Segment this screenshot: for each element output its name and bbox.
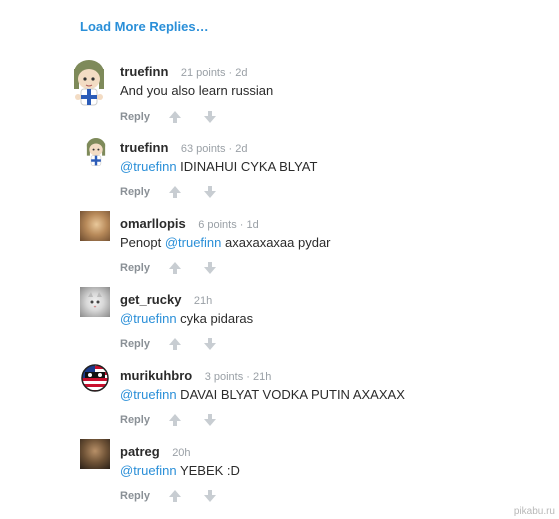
comment-text: @truefinn cyka pidaras xyxy=(120,311,254,326)
upvote-icon[interactable] xyxy=(168,261,182,275)
comment-username[interactable]: murikuhbro xyxy=(120,368,192,383)
comment: omarllopis 6 points · 1d Penopt @truefin… xyxy=(80,211,540,281)
reply-button[interactable]: Reply xyxy=(120,338,150,350)
watermark: pikabu.ru xyxy=(513,506,555,517)
comment-text: @truefinn DAVAI BLYAT VODKA PUTIN AXAXAX xyxy=(120,387,405,402)
comment-username[interactable]: get_rucky xyxy=(120,292,181,307)
downvote-icon[interactable] xyxy=(203,261,217,275)
comment-text: Penopt @truefinn axaxaxaxaa pydar xyxy=(120,235,331,250)
mention-link[interactable]: @truefinn xyxy=(120,387,177,402)
downvote-icon[interactable] xyxy=(203,489,217,503)
downvote-icon[interactable] xyxy=(203,413,217,427)
avatar[interactable] xyxy=(66,57,112,109)
comment: murikuhbro 3 points · 21h @truefinn DAVA… xyxy=(80,363,550,433)
downvote-icon[interactable] xyxy=(203,110,217,124)
reply-button[interactable]: Reply xyxy=(120,490,150,502)
comment-text: @truefinn YEBEK :D xyxy=(120,463,240,478)
avatar[interactable] xyxy=(80,439,110,469)
comment: get_rucky 21h @truefinn cyka pidaras Rep… xyxy=(80,287,540,357)
comment: truefinn 21 points · 2d And you also lea… xyxy=(62,57,542,127)
comment-username[interactable]: truefinn xyxy=(120,64,168,79)
downvote-icon[interactable] xyxy=(203,337,217,351)
reply-button[interactable]: Reply xyxy=(120,414,150,426)
reply-button[interactable]: Reply xyxy=(120,111,150,123)
mention-link[interactable]: @truefinn xyxy=(165,235,222,250)
upvote-icon[interactable] xyxy=(168,337,182,351)
reply-button[interactable]: Reply xyxy=(120,262,150,274)
comment-meta: 20h xyxy=(172,447,191,459)
comment: truefinn 63 points · 2d @truefinn IDINAH… xyxy=(62,135,542,205)
comment-meta: 6 points · 1d xyxy=(198,219,259,231)
avatar[interactable] xyxy=(80,287,110,317)
mention-link[interactable]: @truefinn xyxy=(120,159,177,174)
comment-meta: 63 points · 2d xyxy=(180,143,248,155)
comment-text: And you also learn russian xyxy=(120,83,274,98)
comment-meta: 21 points · 2d xyxy=(180,67,248,79)
mention-link[interactable]: @truefinn xyxy=(120,311,177,326)
comment-meta: 3 points · 21h xyxy=(204,371,272,383)
avatar[interactable] xyxy=(80,211,110,241)
comment-text: @truefinn IDINAHUI CYKA BLYAT xyxy=(120,159,318,174)
mention-link[interactable]: @truefinn xyxy=(120,463,177,478)
upvote-icon[interactable] xyxy=(168,110,182,124)
comment-username[interactable]: omarllopis xyxy=(120,216,186,231)
upvote-icon[interactable] xyxy=(168,185,182,199)
downvote-icon[interactable] xyxy=(203,185,217,199)
avatar[interactable] xyxy=(80,363,110,393)
comment-username[interactable]: truefinn xyxy=(120,140,168,155)
reply-button[interactable]: Reply xyxy=(120,186,150,198)
comment-meta: 21h xyxy=(193,295,213,307)
comment: patreg 20h @truefinn YEBEK :D Reply xyxy=(80,439,540,509)
upvote-icon[interactable] xyxy=(168,413,182,427)
avatar[interactable] xyxy=(82,136,110,168)
upvote-icon[interactable] xyxy=(168,489,182,503)
load-more-replies-link[interactable]: Load More Replies… xyxy=(80,19,209,34)
comment-username[interactable]: patreg xyxy=(120,444,160,459)
